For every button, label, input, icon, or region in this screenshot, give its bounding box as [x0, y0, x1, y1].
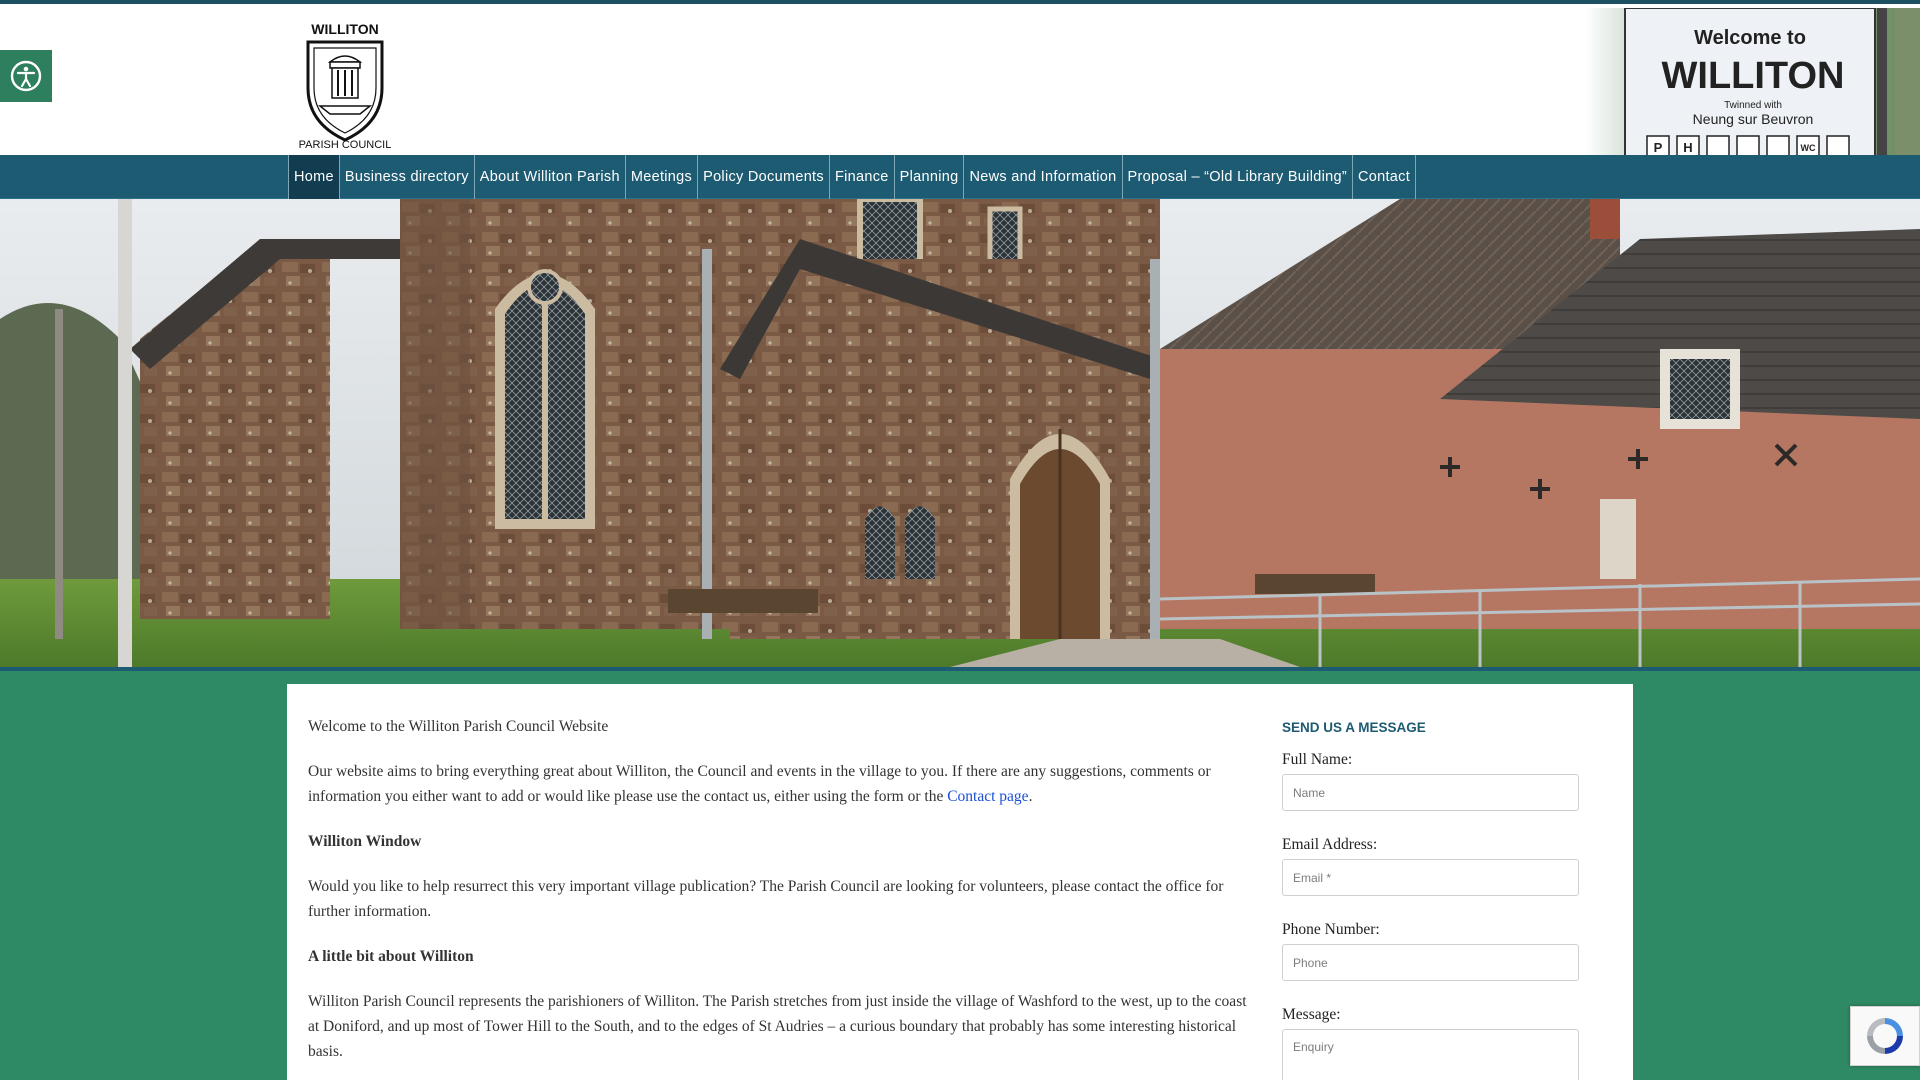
main-navigation: Home Business directory About Williton P…: [0, 155, 1920, 199]
hero-divider: [0, 667, 1920, 671]
nav-item-policy-documents[interactable]: Policy Documents: [698, 155, 830, 199]
svg-text:Twinned with: Twinned with: [1724, 100, 1782, 111]
nav-item-contact[interactable]: Contact: [1353, 155, 1417, 199]
email-label: Email Address:: [1282, 836, 1378, 853]
williton-window-heading: Williton Window: [308, 833, 422, 850]
svg-text:WILLITON: WILLITON: [1662, 55, 1845, 97]
form-title: SEND US A MESSAGE: [1282, 720, 1426, 735]
nav-item-meetings[interactable]: Meetings: [626, 155, 699, 199]
welcome-text: Welcome to the Williton Parish Council W…: [308, 718, 609, 735]
svg-text:WILLITON: WILLITON: [311, 21, 378, 37]
nav-item-home[interactable]: Home: [289, 155, 340, 199]
accessibility-icon: [10, 60, 42, 92]
email-input[interactable]: [1282, 859, 1579, 896]
nav-item-news-and-information[interactable]: News and Information: [964, 155, 1123, 199]
nav-item-about-williton-parish[interactable]: About Williton Parish: [475, 155, 626, 199]
nav-item-proposal-old-library[interactable]: Proposal – “Old Library Building”: [1123, 155, 1353, 199]
svg-text:P: P: [1654, 140, 1663, 155]
svg-text:PARISH COUNCIL: PARISH COUNCIL: [299, 139, 392, 150]
accessibility-toolbar-button[interactable]: [0, 50, 52, 102]
contact-page-link[interactable]: Contact page: [947, 788, 1028, 805]
contact-form: SEND US A MESSAGE Full Name: Email Addre…: [1282, 720, 1582, 1080]
phone-label: Phone Number:: [1282, 921, 1380, 938]
svg-text:H: H: [1683, 140, 1692, 155]
intro-text: Our website aims to bring everything gre…: [308, 763, 1211, 805]
recaptcha-badge[interactable]: [1850, 1006, 1920, 1066]
phone-input[interactable]: [1282, 944, 1579, 981]
williton-window-text: Would you like to help resurrect this ve…: [308, 878, 1224, 920]
welcome-to-williton-sign: Welcome to WILLITON Twinned with Neung s…: [1585, 8, 1920, 159]
message-label: Message:: [1282, 1006, 1341, 1023]
parish-council-logo[interactable]: WILLITON PARISH COUNCIL: [290, 18, 400, 150]
nav-item-business-directory[interactable]: Business directory: [340, 155, 475, 199]
content-card: Welcome to the Williton Parish Council W…: [287, 684, 1633, 1080]
svg-text:Neung sur Beuvron: Neung sur Beuvron: [1693, 111, 1814, 127]
hero-church-image: [0, 199, 1920, 667]
about-williton-heading: A little bit about Williton: [308, 948, 474, 965]
message-textarea[interactable]: [1282, 1029, 1579, 1080]
name-input[interactable]: [1282, 774, 1579, 811]
about-williton-text: Williton Parish Council represents the p…: [308, 993, 1247, 1060]
nav-item-finance[interactable]: Finance: [830, 155, 895, 199]
nav-item-planning[interactable]: Planning: [895, 155, 965, 199]
intro-paragraph: Our website aims to bring everything gre…: [308, 759, 1248, 809]
intro-end: .: [1028, 788, 1033, 805]
svg-text:WC: WC: [1801, 143, 1816, 153]
name-label: Full Name:: [1282, 751, 1353, 768]
main-content: Welcome to the Williton Parish Council W…: [308, 714, 1248, 1080]
site-header: WILLITON PARISH COUNCIL Welcome to WILLI…: [0, 4, 1920, 159]
recaptcha-icon: [1867, 1018, 1903, 1054]
svg-text:Welcome to: Welcome to: [1694, 27, 1806, 49]
